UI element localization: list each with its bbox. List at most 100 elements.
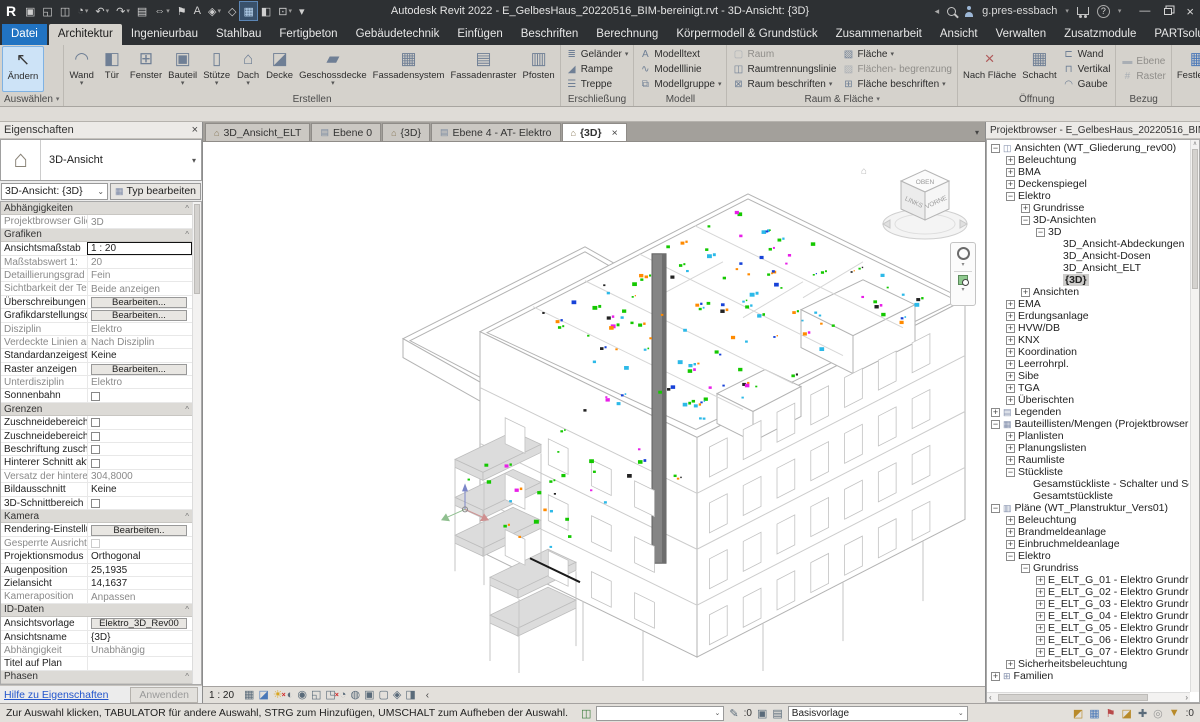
property-row[interactable]: Ansichtsmaßstab1 : 20: [1, 242, 192, 255]
expand-icon[interactable]: +: [1036, 576, 1045, 585]
tab-beschriften[interactable]: Beschriften: [512, 24, 588, 45]
tree-item[interactable]: 3D_Ansicht-Dosen: [987, 250, 1189, 262]
expand-icon[interactable]: +: [1006, 324, 1015, 333]
rampe-button[interactable]: ◢Rampe: [566, 62, 629, 76]
expand-icon[interactable]: +: [1006, 336, 1015, 345]
tree-item[interactable]: +KNX: [987, 334, 1189, 346]
tree-item[interactable]: +EMA: [987, 298, 1189, 310]
section-icon[interactable]: ◇: [225, 2, 239, 20]
checkbox[interactable]: [91, 392, 100, 401]
tree-item[interactable]: −Stückliste: [987, 466, 1189, 478]
browser-vertical-scrollbar[interactable]: ∧: [1190, 140, 1199, 692]
vcb-expand-icon[interactable]: ‹: [426, 690, 429, 701]
pfosten-button[interactable]: ▥Pfosten: [519, 46, 557, 92]
festlegen-button[interactable]: ▦Festlegen: [1174, 46, 1200, 92]
expand-icon[interactable]: −: [1006, 552, 1015, 561]
vertikal-button[interactable]: ⊓Vertikal: [1063, 62, 1111, 76]
tree-item[interactable]: +▤Legenden: [987, 406, 1189, 418]
redo-icon[interactable]: ↷▾: [113, 2, 133, 20]
expand-icon[interactable]: +: [1006, 660, 1015, 669]
gelaender-button[interactable]: ≣Geländer▾: [566, 47, 629, 61]
tree-item-active-view[interactable]: {3D}: [987, 274, 1189, 286]
expand-icon[interactable]: +: [991, 408, 1000, 417]
tab-berechnung[interactable]: Berechnung: [587, 24, 667, 45]
expand-icon[interactable]: +: [1021, 204, 1030, 213]
expand-icon[interactable]: +: [1036, 588, 1045, 597]
property-row[interactable]: Zielansicht14,1637: [1, 577, 192, 590]
treppe-button[interactable]: ☰Treppe: [566, 77, 629, 91]
tab-ansicht[interactable]: Ansicht: [931, 24, 987, 45]
view-tab-3d-ansicht-elt[interactable]: ⌂3D_Ansicht_ELT: [205, 123, 310, 141]
properties-help-link[interactable]: Hilfe zu Eigenschaften: [4, 689, 108, 701]
viewcube-top-label[interactable]: OBEN: [916, 179, 935, 186]
property-row[interactable]: DetaillierungsgradFein: [1, 269, 192, 282]
property-row[interactable]: Projektbrowser Glied...3D: [1, 215, 192, 228]
temporary-view-properties-icon[interactable]: ▣: [364, 688, 374, 703]
tab-architektur[interactable]: Architektur: [49, 24, 122, 45]
raumtrennungslinie-button[interactable]: ◫Raumtrennungslinie: [732, 62, 836, 76]
fenster-button[interactable]: ⊞Fenster: [127, 46, 165, 92]
edit-button[interactable]: Bearbeiten...: [91, 297, 187, 308]
flaeche-beschriften-button[interactable]: ⊞Fläche beschriften▾: [842, 77, 952, 91]
property-row[interactable]: Sichtbarkeit der Teile...Beide anzeigen: [1, 282, 192, 295]
app-store-cart-icon[interactable]: [1077, 7, 1089, 15]
tree-item[interactable]: +Beleuchtung: [987, 154, 1189, 166]
dach-button[interactable]: ⌂Dach▾: [233, 46, 263, 92]
expand-icon[interactable]: +: [1006, 168, 1015, 177]
tree-item[interactable]: −Grundriss: [987, 562, 1189, 574]
expand-icon[interactable]: +: [1006, 540, 1015, 549]
expand-icon[interactable]: +: [1021, 288, 1030, 297]
section-id-daten[interactable]: ID-Daten^: [1, 604, 192, 617]
tree-item[interactable]: −3D-Ansichten: [987, 214, 1189, 226]
show-crop-icon[interactable]: ◳×: [325, 688, 335, 703]
tree-item[interactable]: 3D_Ansicht-Abdeckungen: [987, 238, 1189, 250]
tab-verwalten[interactable]: Verwalten: [987, 24, 1056, 45]
expand-icon[interactable]: +: [1006, 312, 1015, 321]
signed-in-user[interactable]: g.pres-essbach: [982, 5, 1057, 17]
drawing-area[interactable]: ⌂ OBEN LINKS VORNE ▾ ▾: [203, 141, 985, 686]
crop-view-icon[interactable]: ◱: [311, 688, 321, 703]
temporary-hide-icon[interactable]: ◔: [340, 688, 347, 703]
close-view-icon[interactable]: ×: [612, 127, 618, 139]
tree-item[interactable]: +Planungslisten: [987, 442, 1189, 454]
tree-item[interactable]: −Elektro: [987, 190, 1189, 202]
detail-level-icon[interactable]: ▦: [244, 688, 254, 703]
tree-item[interactable]: −▦Bauteillisten/Mengen (Projektbrowser G…: [987, 418, 1189, 430]
property-row[interactable]: Ansichtsname{3D}: [1, 631, 192, 644]
tuer-button[interactable]: ◧Tür: [97, 46, 127, 92]
tab-zusammenarbeit[interactable]: Zusammenarbeit: [827, 24, 931, 45]
view-tab-3d[interactable]: ⌂{3D}: [382, 123, 430, 141]
navbar-caret[interactable]: ▾: [961, 286, 964, 293]
property-row[interactable]: Sonnenbahn: [1, 389, 192, 402]
tab-zusatzmodule[interactable]: Zusatzmodule: [1055, 24, 1145, 45]
design-option-dropdown[interactable]: Basisvorlage⌄: [788, 706, 968, 721]
tree-item[interactable]: +E_ELT_G_02 - Elektro Grundriss Ebene: [987, 586, 1189, 598]
edit-type-button[interactable]: ▦Typ bearbeiten: [110, 183, 201, 200]
revit-logo-icon[interactable]: R: [0, 3, 22, 19]
tree-item[interactable]: Gesamtstückliste: [987, 490, 1189, 502]
type-selector[interactable]: ⌂ 3D-Ansicht ▾: [0, 139, 202, 181]
tree-item[interactable]: +Erdungsanlage: [987, 310, 1189, 322]
tag-icon[interactable]: ⚑: [174, 2, 190, 20]
view-tab-ebene-4[interactable]: ▤Ebene 4 - AT- Elektro: [431, 123, 561, 141]
switch-windows-icon[interactable]: ⊡▾: [275, 2, 295, 20]
property-row[interactable]: BildausschnittKeine: [1, 483, 192, 496]
search-icon[interactable]: [947, 7, 956, 16]
expand-icon[interactable]: −: [1036, 228, 1045, 237]
expand-icon[interactable]: +: [1006, 348, 1015, 357]
checkbox[interactable]: [91, 499, 100, 508]
decke-button[interactable]: ◪Decke: [263, 46, 296, 92]
property-row[interactable]: Verdeckte Linien anz...Nach Disziplin: [1, 336, 192, 349]
property-row[interactable]: Maßstabswert 1:20: [1, 256, 192, 269]
checkbox[interactable]: [91, 445, 100, 454]
checkbox[interactable]: [91, 459, 100, 468]
navbar-caret[interactable]: ▾: [961, 261, 964, 268]
worksharing-display-icon[interactable]: ◈: [393, 688, 401, 703]
gaube-button[interactable]: ◠Gaube: [1063, 77, 1111, 91]
default-3d-view-icon[interactable]: ◈▾: [205, 2, 224, 20]
tree-item[interactable]: Gesamstückliste - Schalter und Setckdose: [987, 478, 1189, 490]
tree-item[interactable]: +Beleuchtung: [987, 514, 1189, 526]
tree-item[interactable]: +Einbruchmeldeanlage: [987, 538, 1189, 550]
worksharing-icon[interactable]: ◫: [581, 707, 591, 720]
zoom-icon[interactable]: [958, 275, 968, 285]
